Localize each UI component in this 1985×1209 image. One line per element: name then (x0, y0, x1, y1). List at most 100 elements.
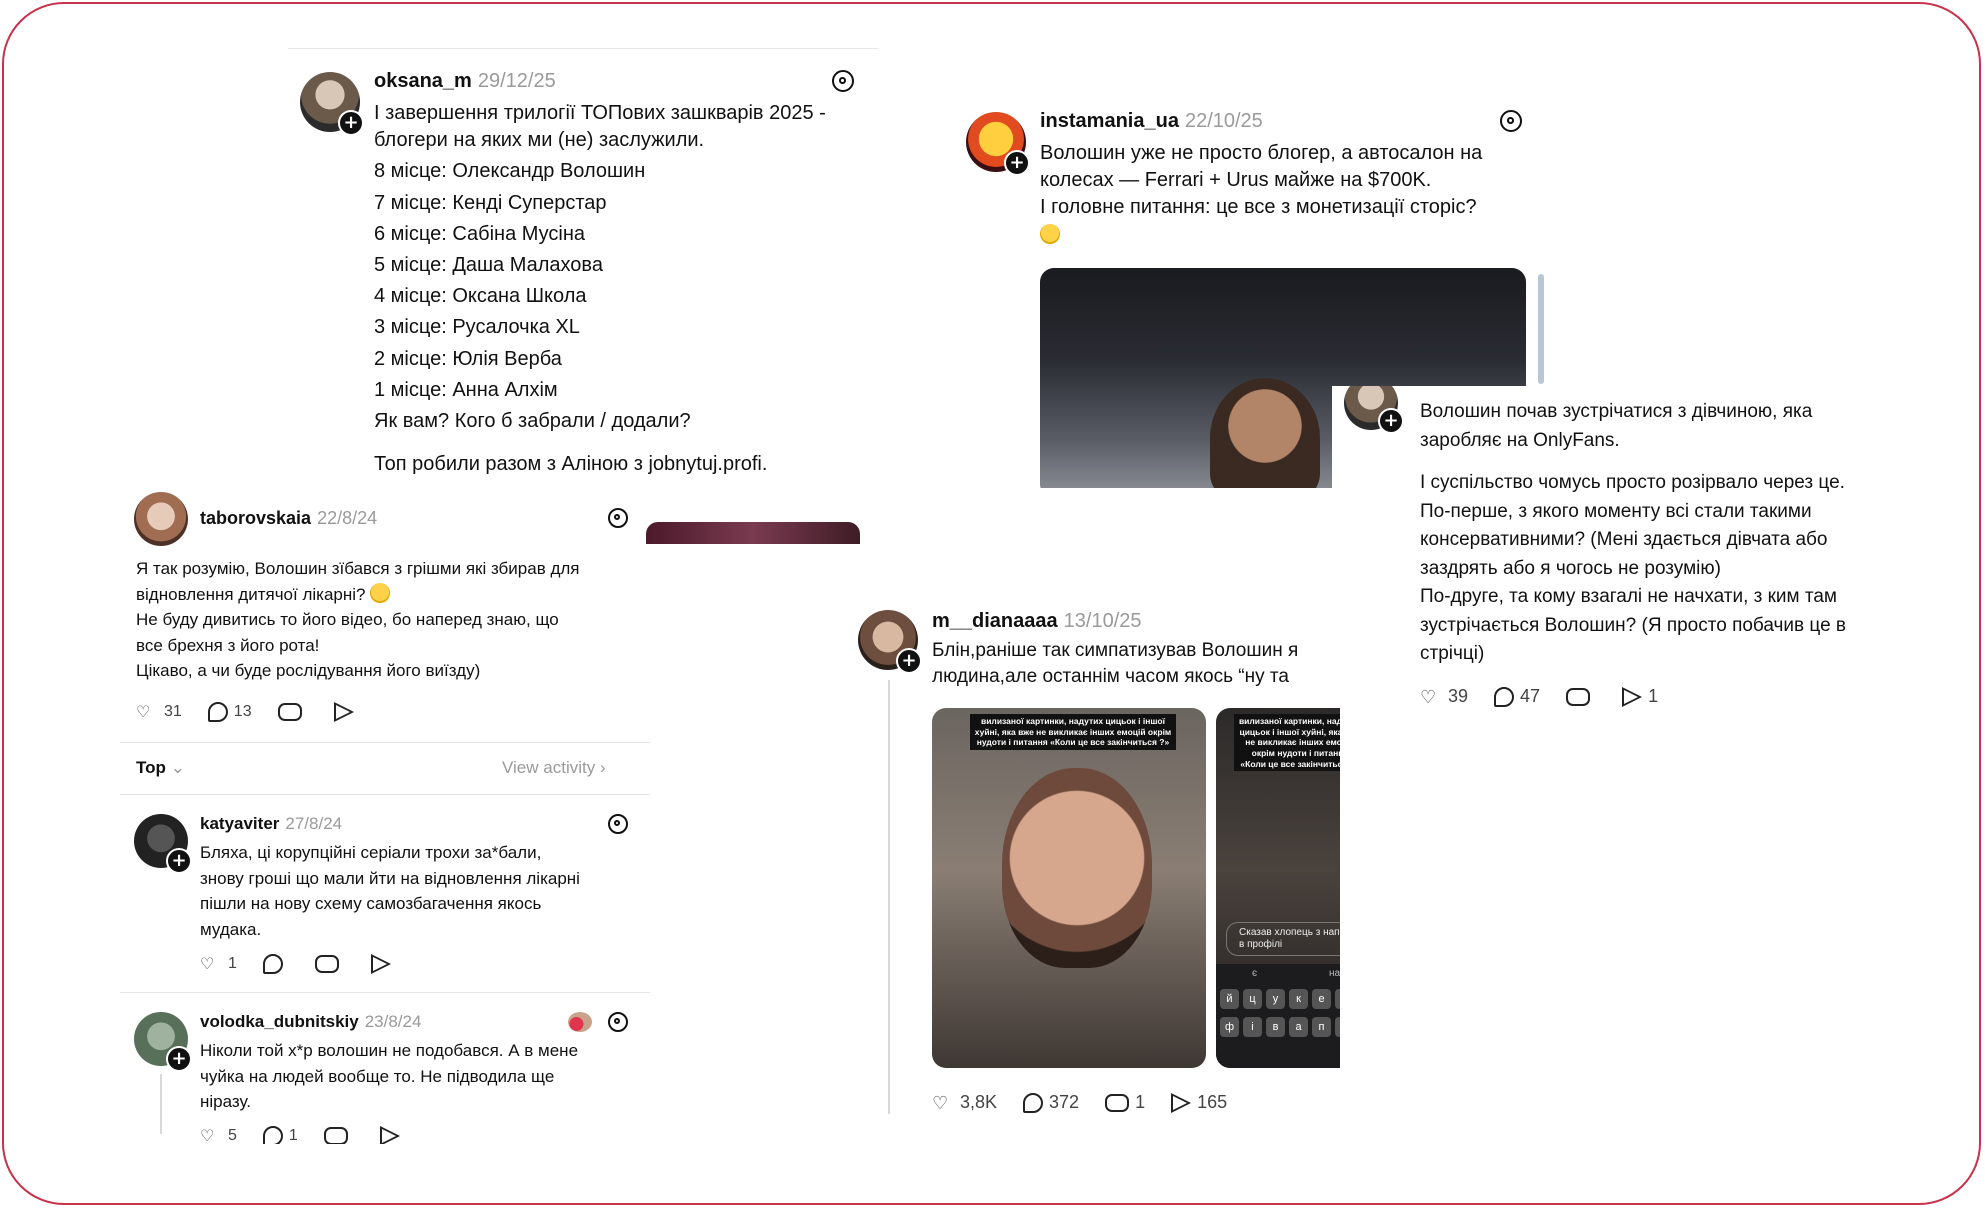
key[interactable]: ф (1220, 1017, 1239, 1037)
follow-plus-icon[interactable]: + (1378, 408, 1404, 434)
suggestion[interactable]: на (1329, 968, 1340, 979)
laughing-emoji-icon (1040, 222, 1482, 249)
username[interactable]: instamania_ua (1040, 110, 1179, 132)
like-count: 39 (1448, 686, 1469, 706)
post-date: 13/10/25 (1063, 610, 1142, 632)
suggestion[interactable]: є (1252, 968, 1257, 979)
post-date: 29/12/25 (477, 70, 556, 92)
post-text: Волошин уже не просто блогер, а автосало… (1040, 140, 1482, 249)
like-button[interactable]: ♡ 31 (136, 702, 182, 722)
send-icon (1622, 686, 1643, 707)
share-button[interactable] (379, 1126, 406, 1144)
post-line: 2 місце: Юлія Верба (374, 347, 562, 370)
key[interactable]: а (1289, 1017, 1308, 1037)
username[interactable]: katyaviter (200, 814, 279, 833)
send-icon (370, 954, 391, 974)
send-icon (379, 1126, 400, 1144)
key[interactable]: у (1266, 989, 1285, 1009)
like-button[interactable]: ♡ 3,8K (932, 1092, 997, 1113)
top-divider (288, 48, 878, 49)
post-author[interactable]: oksana_m 29/12/25 (374, 70, 556, 93)
post-line: 1 місце: Анна Алхім (374, 378, 558, 401)
chevron-right-icon: › (599, 758, 606, 777)
media-peek (646, 522, 860, 544)
key[interactable]: к (1289, 989, 1308, 1009)
key[interactable]: н (1335, 989, 1340, 1009)
story-image[interactable]: вилизаної картинки, надутих цицьок і інш… (1216, 708, 1340, 1068)
key[interactable]: в (1266, 1017, 1285, 1037)
threads-logo-icon[interactable] (608, 508, 628, 528)
follow-plus-icon[interactable]: + (166, 848, 192, 874)
reply-line: Ніколи той х*р волошин не подобався. А в… (200, 1041, 579, 1060)
share-button[interactable]: 1 (1622, 686, 1658, 707)
key[interactable]: й (1220, 989, 1239, 1009)
key[interactable]: і (1243, 1017, 1262, 1037)
reply-author[interactable]: katyaviter 27/8/24 (200, 814, 342, 834)
post-stats: ♡ 3,8K 372 1 165 (932, 1092, 1253, 1113)
username[interactable]: m__dianaaaa (932, 610, 1058, 632)
reply-author[interactable]: volodka_dubnitskiy 23/8/24 (200, 1012, 421, 1032)
like-button[interactable]: ♡ 39 (1420, 686, 1468, 707)
post-line: 8 місце: Олександр Волошин (374, 160, 646, 183)
post-author[interactable]: m__dianaaaa 13/10/25 (932, 610, 1142, 633)
avatar[interactable] (134, 492, 188, 546)
heart-icon: ♡ (200, 1128, 215, 1144)
post-line: 6 місце: Сабіна Мусіна (374, 222, 586, 245)
share-button[interactable] (370, 954, 397, 974)
follow-plus-icon[interactable]: + (338, 110, 364, 136)
follow-plus-icon[interactable]: + (896, 648, 922, 674)
comment-icon (1494, 686, 1515, 707)
threads-logo-icon[interactable] (608, 814, 628, 834)
reply-button[interactable]: 13 (207, 702, 252, 722)
like-count: 3,8K (960, 1092, 998, 1112)
like-count: 1 (228, 955, 237, 972)
threads-logo-icon[interactable] (608, 1012, 628, 1032)
reply-button[interactable] (262, 954, 289, 974)
reply-line: Бляха, ці корупційні серіали трохи за*ба… (200, 843, 542, 862)
reply-date: 23/8/24 (364, 1012, 422, 1031)
reply-button[interactable]: 372 (1023, 1092, 1079, 1113)
like-button[interactable]: ♡ 5 (200, 1126, 237, 1144)
threads-logo-icon[interactable] (832, 70, 854, 92)
story-image[interactable]: вилизаної картинки, надутих цицьок і інш… (932, 708, 1206, 1068)
thread-line (160, 1074, 162, 1134)
username[interactable]: oksana_m (374, 70, 472, 92)
chevron-down-icon: ⌄ (170, 758, 185, 777)
follow-plus-icon[interactable]: + (1004, 150, 1030, 176)
post-onlyfans: + Волошин почав зустрічатися з дівчиною,… (1332, 386, 1912, 726)
post-stats: ♡ 39 47 1 (1420, 686, 1684, 707)
face-shape (1002, 768, 1152, 968)
repost-icon (1105, 1093, 1130, 1112)
reply-button[interactable]: 47 (1494, 686, 1540, 707)
username[interactable]: taborovskaia (200, 508, 311, 528)
repost-button[interactable] (1566, 687, 1596, 706)
like-count: 5 (228, 1127, 237, 1144)
repost-button[interactable] (314, 955, 345, 973)
post-author[interactable]: instamania_ua 22/10/25 (1040, 110, 1263, 133)
repost-icon (314, 955, 339, 973)
repost-button[interactable]: 1 (1105, 1092, 1145, 1113)
post-line: колесах — Ferrari + Urus майже на $700K. (1040, 169, 1432, 192)
repost-button[interactable] (323, 1127, 354, 1144)
keyboard-row: й ц у к е н (1216, 983, 1340, 1015)
follow-plus-icon[interactable]: + (166, 1046, 192, 1072)
share-button[interactable]: 165 (1171, 1092, 1227, 1113)
sort-dropdown[interactable]: Top ⌄ (136, 758, 185, 778)
post-line: По-друге, та кому взагалі не начхати, з … (1420, 586, 1837, 607)
key[interactable]: р (1335, 1017, 1340, 1037)
key[interactable]: ц (1243, 989, 1262, 1009)
repost-button[interactable] (277, 703, 308, 721)
share-button[interactable] (333, 702, 360, 722)
key[interactable]: п (1312, 1017, 1331, 1037)
view-activity-link[interactable]: View activity › (502, 758, 606, 778)
key[interactable]: е (1312, 989, 1331, 1009)
post-text: І завершення трилогії ТОПових зашкварів … (374, 100, 826, 478)
post-oksana: + oksana_m 29/12/25 І завершення трилогії… (288, 48, 878, 488)
username[interactable]: volodka_dubnitskiy (200, 1012, 359, 1031)
like-count: 31 (164, 703, 182, 720)
reply-button[interactable]: 1 (262, 1126, 298, 1144)
threads-logo-icon[interactable] (1500, 110, 1522, 132)
post-author[interactable]: taborovskaia 22/8/24 (200, 508, 377, 529)
heart-icon: ♡ (136, 704, 151, 721)
like-button[interactable]: ♡ 1 (200, 954, 237, 974)
